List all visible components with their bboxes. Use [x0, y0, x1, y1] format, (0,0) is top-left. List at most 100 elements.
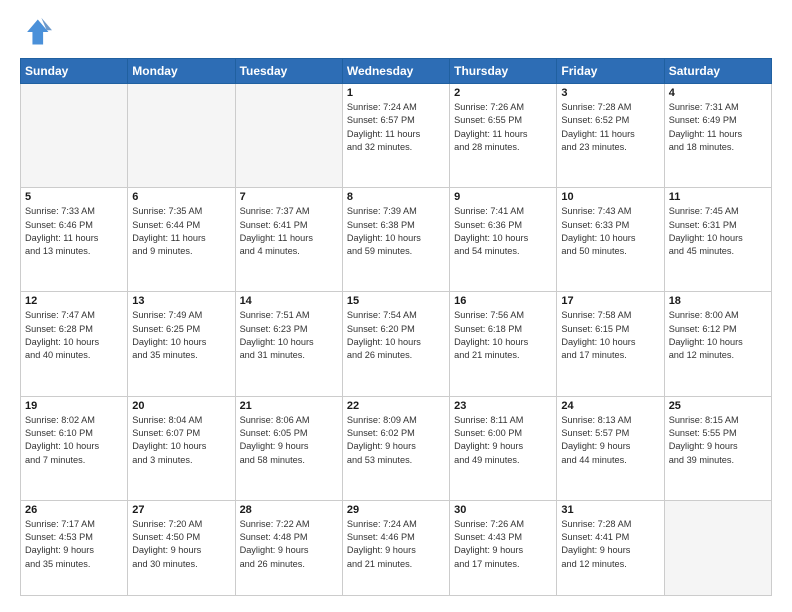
day-info: Sunrise: 8:00 AMSunset: 6:12 PMDaylight:… [669, 309, 767, 362]
week-row-4: 26Sunrise: 7:17 AMSunset: 4:53 PMDayligh… [21, 500, 772, 595]
day-number: 29 [347, 504, 445, 516]
day-info-line: Sunset: 6:33 PM [561, 219, 659, 232]
day-info-line: Sunset: 6:46 PM [25, 219, 123, 232]
day-info-line: Sunrise: 7:17 AM [25, 518, 123, 531]
day-number: 30 [454, 504, 552, 516]
day-info-line: Daylight: 10 hours [561, 336, 659, 349]
day-number: 25 [669, 400, 767, 412]
day-info: Sunrise: 7:47 AMSunset: 6:28 PMDaylight:… [25, 309, 123, 362]
day-info-line: Daylight: 10 hours [240, 336, 338, 349]
day-number: 1 [347, 87, 445, 99]
day-info-line: Sunrise: 8:02 AM [25, 414, 123, 427]
day-info-line: Sunset: 6:15 PM [561, 323, 659, 336]
day-info-line: Sunset: 6:44 PM [132, 219, 230, 232]
day-info-line: and 31 minutes. [240, 349, 338, 362]
day-info-line: Daylight: 9 hours [561, 440, 659, 453]
day-info-line: and 35 minutes. [25, 558, 123, 571]
day-number: 8 [347, 191, 445, 203]
day-info: Sunrise: 7:35 AMSunset: 6:44 PMDaylight:… [132, 205, 230, 258]
day-info-line: Sunset: 6:52 PM [561, 114, 659, 127]
day-info-line: Sunrise: 7:45 AM [669, 205, 767, 218]
day-info: Sunrise: 7:22 AMSunset: 4:48 PMDaylight:… [240, 518, 338, 571]
day-cell: 31Sunrise: 7:28 AMSunset: 4:41 PMDayligh… [557, 500, 664, 595]
day-info-line: Sunrise: 7:39 AM [347, 205, 445, 218]
day-cell: 18Sunrise: 8:00 AMSunset: 6:12 PMDayligh… [664, 292, 771, 396]
day-cell: 21 Sunrise: 8:06 AMSunset: 6:05 PMDayligh… [235, 396, 342, 500]
day-info-line: Sunrise: 8:13 AM [561, 414, 659, 427]
day-info-line: and 58 minutes. [240, 454, 338, 467]
day-cell: 23Sunrise: 8:11 AMSunset: 6:00 PMDayligh… [450, 396, 557, 500]
calendar-body: 1 Sunrise: 7:24 AMSunset: 6:57 PMDaylight… [21, 84, 772, 596]
day-info-line: and 7 minutes. [25, 454, 123, 467]
day-info-line: Sunrise: 7:41 AM [454, 205, 552, 218]
day-info-line: Sunset: 6:55 PM [454, 114, 552, 127]
day-info-line: Daylight: 10 hours [132, 336, 230, 349]
day-info-line: Daylight: 9 hours [347, 544, 445, 557]
day-number: 21 [240, 400, 338, 412]
day-info-line: Sunset: 6:41 PM [240, 219, 338, 232]
day-info: Sunrise: 7:28 AMSunset: 4:41 PMDaylight:… [561, 518, 659, 571]
day-info-line: and 12 minutes. [669, 349, 767, 362]
day-info-line: and 50 minutes. [561, 245, 659, 258]
day-info-line: Sunrise: 7:33 AM [25, 205, 123, 218]
day-info-line: Sunrise: 7:31 AM [669, 101, 767, 114]
day-number: 4 [669, 87, 767, 99]
day-number: 5 [25, 191, 123, 203]
day-info: Sunrise: 7:45 AMSunset: 6:31 PMDaylight:… [669, 205, 767, 258]
day-info-line: Sunrise: 7:51 AM [240, 309, 338, 322]
day-info-line: and 32 minutes. [347, 141, 445, 154]
day-info-line: and 39 minutes. [669, 454, 767, 467]
day-info-line: Sunset: 6:28 PM [25, 323, 123, 336]
day-cell: 9 Sunrise: 7:41 AMSunset: 6:36 PMDaylight… [450, 188, 557, 292]
day-info-line: and 23 minutes. [561, 141, 659, 154]
week-row-1: 5 Sunrise: 7:33 AMSunset: 6:46 PM Daylight… [21, 188, 772, 292]
day-info-line: Sunset: 6:57 PM [347, 114, 445, 127]
day-cell: 16Sunrise: 7:56 AMSunset: 6:18 PMDayligh… [450, 292, 557, 396]
week-row-3: 19Sunrise: 8:02 AMSunset: 6:10 PMDayligh… [21, 396, 772, 500]
day-cell: 19Sunrise: 8:02 AMSunset: 6:10 PMDayligh… [21, 396, 128, 500]
day-info-line: and 45 minutes. [669, 245, 767, 258]
day-info-line: Sunset: 6:25 PM [132, 323, 230, 336]
col-tuesday: Tuesday [235, 59, 342, 84]
day-info-line: Sunrise: 7:49 AM [132, 309, 230, 322]
day-info: Sunrise: 8:06 AMSunset: 6:05 PMDaylight:… [240, 414, 338, 467]
day-number: 24 [561, 400, 659, 412]
day-info-line: Daylight: 10 hours [669, 336, 767, 349]
day-info-line: Sunset: 6:36 PM [454, 219, 552, 232]
day-info-line: Sunset: 6:12 PM [669, 323, 767, 336]
day-info-line: Daylight: 10 hours [454, 232, 552, 245]
day-info: Sunrise: 7:41 AMSunset: 6:36 PMDaylight:… [454, 205, 552, 258]
day-info-line: Daylight: 11 hours [132, 232, 230, 245]
day-info-line: and 44 minutes. [561, 454, 659, 467]
day-info-line: Sunset: 6:00 PM [454, 427, 552, 440]
day-cell: 26Sunrise: 7:17 AMSunset: 4:53 PMDayligh… [21, 500, 128, 595]
day-info-line: Sunset: 6:49 PM [669, 114, 767, 127]
day-info-line: Sunrise: 7:37 AM [240, 205, 338, 218]
day-info-line: and 54 minutes. [454, 245, 552, 258]
day-info-line: and 26 minutes. [347, 349, 445, 362]
day-cell [21, 84, 128, 188]
day-info-line: and 53 minutes. [347, 454, 445, 467]
day-info-line: and 4 minutes. [240, 245, 338, 258]
day-info-line: Sunrise: 7:26 AM [454, 101, 552, 114]
day-number: 13 [132, 295, 230, 307]
day-info: Sunrise: 8:02 AMSunset: 6:10 PMDaylight:… [25, 414, 123, 467]
day-info-line: Sunset: 6:02 PM [347, 427, 445, 440]
day-cell: 4Sunrise: 7:31 AMSunset: 6:49 PMDaylight… [664, 84, 771, 188]
day-info-line: Sunset: 6:10 PM [25, 427, 123, 440]
day-cell: 10Sunrise: 7:43 AMSunset: 6:33 PMDayligh… [557, 188, 664, 292]
day-info-line: Daylight: 11 hours [561, 128, 659, 141]
day-cell: 25Sunrise: 8:15 AMSunset: 5:55 PMDayligh… [664, 396, 771, 500]
day-cell: 11Sunrise: 7:45 AMSunset: 6:31 PMDayligh… [664, 188, 771, 292]
col-wednesday: Wednesday [342, 59, 449, 84]
day-number: 27 [132, 504, 230, 516]
day-number: 9 [454, 191, 552, 203]
day-info-line: Sunrise: 7:47 AM [25, 309, 123, 322]
day-info: Sunrise: 7:37 AMSunset: 6:41 PMDaylight:… [240, 205, 338, 258]
col-saturday: Saturday [664, 59, 771, 84]
day-info-line: Daylight: 11 hours [240, 232, 338, 245]
day-info: Sunrise: 7:24 AMSunset: 6:57 PMDaylight:… [347, 101, 445, 154]
col-friday: Friday [557, 59, 664, 84]
day-info: Sunrise: 7:26 AMSunset: 6:55 PMDaylight:… [454, 101, 552, 154]
day-number: 16 [454, 295, 552, 307]
